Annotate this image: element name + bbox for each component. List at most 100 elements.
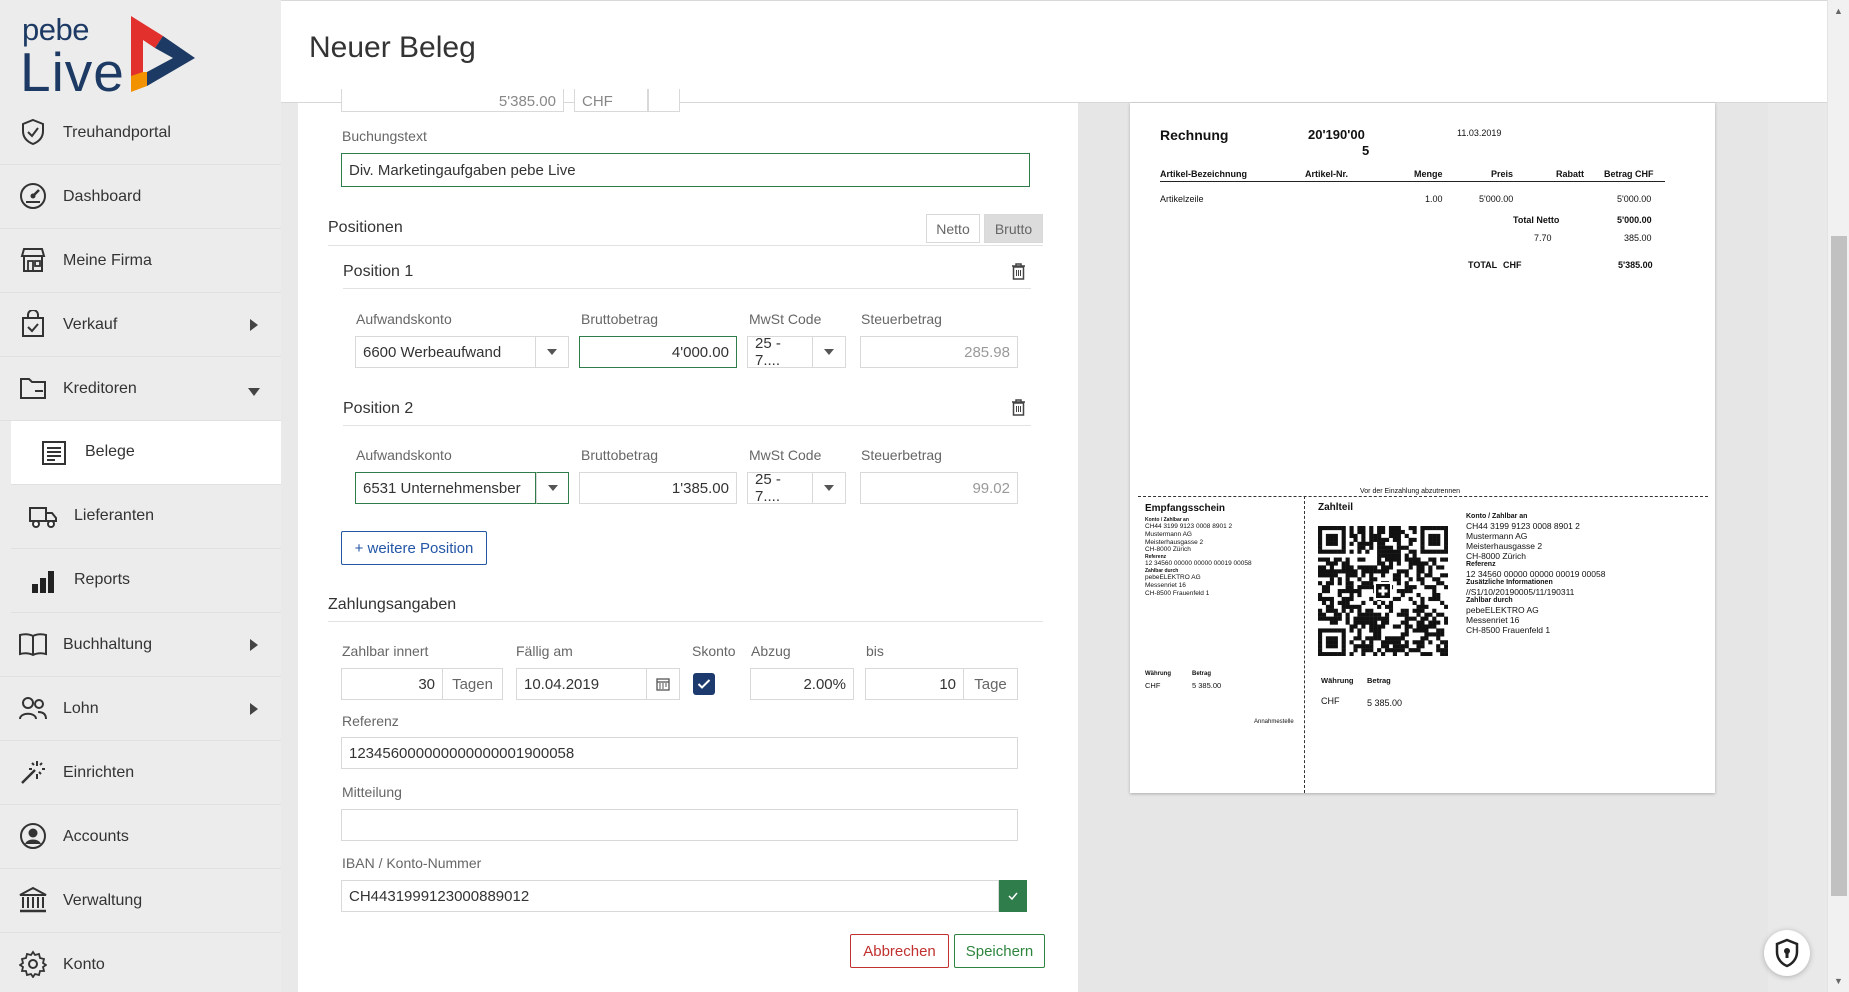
currency-dropdown[interactable] xyxy=(648,89,680,112)
sidebar-subitem-reports[interactable]: Reports xyxy=(11,549,281,613)
invoice-number: 20'190'00 xyxy=(1308,127,1365,142)
position-title: Position 2 xyxy=(343,400,414,417)
deduction-input[interactable]: 2.00% xyxy=(750,668,854,700)
payment-line: Referenz xyxy=(1466,560,1496,568)
sidebar-item-verwaltung[interactable]: Verwaltung xyxy=(0,869,281,933)
sidebar-item-verkauf[interactable]: Verkauf xyxy=(0,293,281,357)
toggle-netto[interactable]: Netto xyxy=(926,214,980,243)
receipt-icon xyxy=(39,438,69,468)
sidebar-subitem-label: Lieferanten xyxy=(74,507,155,524)
sidebar-item-konto[interactable]: Konto xyxy=(0,933,281,992)
tax-amount-input: 99.02 xyxy=(860,472,1018,504)
until-input[interactable]: 10 xyxy=(865,668,964,700)
receipt-amount: 5 385.00 xyxy=(1192,681,1222,690)
payment-line: Konto / Zahlbar an xyxy=(1466,513,1528,520)
gauge-icon xyxy=(18,181,48,211)
sidebar-item-accounts[interactable]: Accounts xyxy=(0,805,281,869)
payment-line: //S1/10/20190005/11/190311 xyxy=(1466,586,1575,597)
qr-code xyxy=(1318,526,1449,657)
scrollbar-thumb[interactable] xyxy=(1831,236,1847,896)
receipt-line: CH-8000 Zürich xyxy=(1145,546,1191,554)
sidebar-item-kreditoren[interactable]: Kreditoren xyxy=(0,357,281,421)
caret-right-icon xyxy=(249,702,259,720)
sidebar-item-treuhandportal[interactable]: Treuhandportal xyxy=(0,101,281,165)
logo-play-icon xyxy=(131,16,195,92)
cut-line-vertical xyxy=(1304,496,1305,793)
pay-within-unit: Tagen xyxy=(443,668,503,700)
sidebar-item-meine-firma[interactable]: Meine Firma xyxy=(0,229,281,293)
sidebar-item-einrichten[interactable]: Einrichten xyxy=(0,741,281,805)
row-price: 5'000.00 xyxy=(1479,194,1514,204)
payment-line: CH44 3199 9123 0008 8901 2 xyxy=(1466,521,1580,532)
booking-text-input[interactable]: Div. Marketingaufgaben pebe Live xyxy=(341,153,1030,187)
payment-line: Zusätzliche Informationen xyxy=(1466,578,1553,586)
shield-lock-icon xyxy=(1775,938,1799,968)
cancel-button[interactable]: Abbrechen xyxy=(850,934,949,968)
sidebar-item-buchhaltung[interactable]: Buchhaltung xyxy=(0,613,281,677)
pebe-live-logo[interactable]: pebe Live xyxy=(20,12,200,103)
iban-input[interactable]: CH4431999123000889012 xyxy=(341,880,999,912)
receipt-line: Konto / Zahlbar an xyxy=(1145,517,1189,523)
scroll-down-icon[interactable]: ▼ xyxy=(1834,976,1843,986)
scroll-up-icon[interactable]: ▲ xyxy=(1834,6,1843,16)
positions-title: Positionen xyxy=(328,219,403,236)
vat-value: 385.00 xyxy=(1624,233,1652,243)
save-button[interactable]: Speichern xyxy=(954,934,1045,968)
calendar-button[interactable] xyxy=(647,668,680,700)
reference-input[interactable]: 123456000000000000001900058 xyxy=(341,737,1018,769)
sidebar-item-label: Dashboard xyxy=(63,187,142,205)
col-header: Betrag CHF xyxy=(1604,169,1654,179)
magic-wand-icon xyxy=(18,757,48,787)
sidebar-subitem-belege[interactable]: Belege xyxy=(11,421,281,485)
skonto-checkbox[interactable] xyxy=(693,673,715,695)
sidebar-item-dashboard[interactable]: Dashboard xyxy=(0,165,281,229)
receipt-currency: CHF xyxy=(1145,681,1161,690)
booking-text-label: Buchungstext xyxy=(342,128,427,144)
sidebar-subitem-label: Reports xyxy=(74,571,131,588)
vat-rate: 7.70 xyxy=(1534,233,1552,243)
account-label: Aufwandskonto xyxy=(356,447,452,463)
pay-within-input[interactable]: 30 xyxy=(341,668,443,700)
message-label: Mitteilung xyxy=(342,784,402,800)
currency-select[interactable]: CHF xyxy=(574,89,648,112)
iban-value: CH4431999123000889012 xyxy=(349,887,530,905)
security-shield-button[interactable] xyxy=(1764,930,1810,976)
account-dropdown[interactable] xyxy=(536,472,569,504)
account-dropdown[interactable] xyxy=(536,336,569,368)
total-amount-input[interactable]: 5'385.00 xyxy=(341,89,564,112)
page-header: Neuer Beleg xyxy=(281,0,1827,103)
sidebar-item-label: Accounts xyxy=(63,827,129,845)
gross-amount-input[interactable]: 1'385.00 xyxy=(579,472,737,504)
page-scrollbar[interactable]: ▲ ▼ xyxy=(1827,0,1849,992)
due-date-value: 10.04.2019 xyxy=(524,675,600,693)
payment-line: 12 34560 00000 00000 00019 00058 xyxy=(1466,568,1606,579)
sidebar-item-lohn[interactable]: Lohn xyxy=(0,677,281,741)
total-label: TOTAL xyxy=(1468,260,1498,270)
toggle-brutto[interactable]: Brutto xyxy=(984,214,1043,243)
message-input[interactable] xyxy=(341,809,1018,841)
sidebar-subitem-lieferanten[interactable]: Lieferanten xyxy=(11,485,281,549)
vat-dropdown[interactable] xyxy=(813,336,846,368)
vat-dropdown[interactable] xyxy=(813,472,846,504)
gross-amount-value: 1'385.00 xyxy=(671,479,729,497)
vat-select[interactable]: 25 - 7.... xyxy=(747,335,813,369)
vat-select[interactable]: 25 - 7.... xyxy=(747,471,813,505)
shopping-bag-icon xyxy=(18,309,48,339)
form-panel: 5'385.00 CHF Buchungstext Div. Marketing… xyxy=(298,89,1078,992)
gross-amount-input[interactable]: 4'000.00 xyxy=(579,336,737,368)
payment-amount-label: Betrag xyxy=(1367,676,1391,685)
divider xyxy=(1160,181,1665,182)
sidebar-subitem-label: Belege xyxy=(85,443,135,460)
payment-part-title: Zahlteil xyxy=(1318,502,1354,513)
trash-icon[interactable] xyxy=(1011,262,1026,284)
receipt-line: Mustermann AG xyxy=(1145,530,1192,538)
add-position-button[interactable]: + weitere Position xyxy=(341,531,487,565)
account-select[interactable]: 6531 Unternehmensber xyxy=(355,472,536,504)
account-select[interactable]: 6600 Werbeaufwand xyxy=(355,336,536,368)
invoice-preview[interactable]: Rechnung 20'190'00 5 11.03.2019 Artikel-… xyxy=(1130,103,1715,793)
due-date-input[interactable]: 10.04.2019 xyxy=(516,668,647,700)
invoice-title: Rechnung xyxy=(1160,127,1229,143)
trash-icon[interactable] xyxy=(1011,398,1026,420)
col-header: Menge xyxy=(1414,169,1443,179)
receipt-line: Messenriet 16 xyxy=(1145,581,1186,589)
